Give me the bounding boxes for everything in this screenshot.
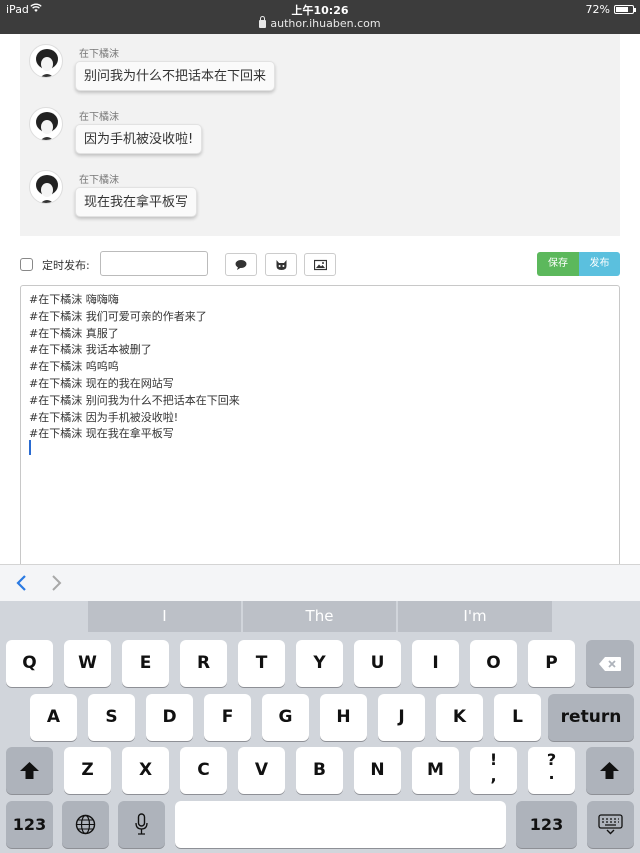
editor-line: #在下橘沫 我们可爱可亲的作者来了 — [29, 309, 207, 323]
key-d[interactable]: D — [146, 694, 193, 741]
prediction-2[interactable]: The — [243, 601, 396, 632]
shift-icon — [600, 762, 619, 779]
editor-line: #在下橘沫 现在的我在网站写 — [29, 376, 174, 390]
hide-keyboard-key[interactable] — [587, 801, 634, 848]
schedule-label: 定时发布: — [42, 259, 90, 272]
globe-key[interactable] — [62, 801, 109, 848]
message-author: 在下橘沫 — [79, 112, 119, 123]
key-period-label: . — [548, 764, 555, 783]
message-bubble: 现在我在拿平板写 — [75, 187, 198, 217]
backspace-icon — [599, 657, 621, 671]
schedule-checkbox[interactable] — [20, 258, 33, 271]
editor-line: #在下橘沫 因为手机被没收啦! — [29, 410, 179, 424]
avatar — [29, 170, 63, 204]
avatar — [29, 107, 63, 141]
battery-percent: 72% — [585, 3, 610, 16]
shift-key-left[interactable] — [6, 747, 53, 794]
key-m[interactable]: M — [412, 747, 459, 794]
avatar — [29, 44, 63, 78]
key-n[interactable]: N — [354, 747, 401, 794]
url-text: author.ihuaben.com — [270, 17, 381, 30]
key-o[interactable]: O — [470, 640, 517, 687]
key-v[interactable]: V — [238, 747, 285, 794]
numbers-key-right[interactable]: 123 — [516, 801, 577, 848]
key-comma-label: , — [490, 766, 497, 785]
battery-fill — [616, 7, 628, 12]
numbers-key-left[interactable]: 123 — [6, 801, 53, 848]
script-editor[interactable]: #在下橘沫 嗨嗨嗨 #在下橘沫 我们可爱可亲的作者来了 #在下橘沫 真服了 #在… — [20, 285, 620, 575]
key-p[interactable]: P — [528, 640, 575, 687]
message-bubble: 因为手机被没收啦! — [75, 124, 203, 154]
message-bubble: 别问我为什么不把话本在下回来 — [75, 61, 276, 91]
editor-toolbar: 定时发布: 保存 发布 — [20, 250, 620, 278]
editor-line: #在下橘沫 别问我为什么不把话本在下回来 — [29, 393, 240, 407]
insert-character-button[interactable] — [265, 253, 297, 276]
key-h[interactable]: H — [320, 694, 367, 741]
key-question-period[interactable]: ? . — [528, 747, 575, 794]
editor-line: #在下橘沫 呜呜呜 — [29, 360, 119, 374]
chat-message: 在下橘沫 现在我在拿平板写 — [29, 165, 589, 225]
dictation-key[interactable] — [118, 801, 165, 848]
key-x[interactable]: X — [122, 747, 169, 794]
lock-icon — [259, 16, 267, 28]
on-screen-keyboard: I The I'm Q W E R T Y U I O P A S D F G … — [0, 601, 640, 853]
editor-line: #在下橘沫 现在我在拿平板写 — [29, 427, 174, 441]
publish-button[interactable]: 发布 — [579, 252, 620, 276]
space-key[interactable] — [175, 801, 506, 848]
key-j[interactable]: J — [378, 694, 425, 741]
save-button[interactable]: 保存 — [537, 252, 579, 276]
key-k[interactable]: K — [436, 694, 483, 741]
prediction-3[interactable]: I'm — [398, 601, 552, 632]
prediction-1[interactable]: I — [88, 601, 241, 632]
key-c[interactable]: C — [180, 747, 227, 794]
shift-key-right[interactable] — [586, 747, 634, 794]
editor-line: #在下橘沫 真服了 — [29, 326, 119, 340]
chat-bubble-icon — [235, 260, 247, 270]
editor-content: #在下橘沫 嗨嗨嗨 #在下橘沫 我们可爱可亲的作者来了 #在下橘沫 真服了 #在… — [29, 292, 240, 443]
schedule-time-input[interactable] — [100, 251, 208, 276]
key-e[interactable]: E — [122, 640, 169, 687]
keyboard-hide-icon — [598, 814, 623, 835]
key-w[interactable]: W — [64, 640, 111, 687]
key-z[interactable]: Z — [64, 747, 111, 794]
key-r[interactable]: R — [180, 640, 227, 687]
backspace-key[interactable] — [586, 640, 634, 687]
editor-line: #在下橘沫 嗨嗨嗨 — [29, 293, 119, 306]
key-f[interactable]: F — [204, 694, 251, 741]
message-author: 在下橘沫 — [79, 175, 119, 186]
microphone-icon — [135, 813, 148, 835]
message-author: 在下橘沫 — [79, 49, 119, 60]
chevron-left-icon[interactable] — [14, 574, 28, 592]
key-t[interactable]: T — [238, 640, 285, 687]
insert-image-button[interactable] — [304, 253, 336, 276]
key-u[interactable]: U — [354, 640, 401, 687]
shift-icon — [20, 762, 39, 779]
key-exclamation-comma[interactable]: ! , — [470, 747, 517, 794]
key-g[interactable]: G — [262, 694, 309, 741]
keyboard-accessory-bar — [0, 564, 640, 601]
chat-panel: 在下橘沫 别问我为什么不把话本在下回来 在下橘沫 因为手机被没收啦! 在下橘沫 … — [20, 34, 620, 236]
key-l[interactable]: L — [494, 694, 541, 741]
insert-dialogue-button[interactable] — [225, 253, 257, 276]
globe-icon — [75, 814, 96, 835]
chat-message: 在下橘沫 因为手机被没收啦! — [29, 102, 589, 162]
address-bar[interactable]: author.ihuaben.com — [0, 16, 640, 30]
key-i[interactable]: I — [412, 640, 459, 687]
key-a[interactable]: A — [30, 694, 77, 741]
key-q[interactable]: Q — [6, 640, 53, 687]
key-s[interactable]: S — [88, 694, 135, 741]
battery-icon — [614, 5, 636, 14]
key-b[interactable]: B — [296, 747, 343, 794]
chevron-right-icon[interactable] — [50, 574, 64, 592]
status-bar: iPad 上午10:26 author.ihuaben.com 72% — [0, 0, 640, 34]
status-time: 上午10:26 — [291, 4, 349, 17]
editor-line: #在下橘沫 我话本被删了 — [29, 343, 152, 357]
image-icon — [314, 259, 327, 271]
cat-icon — [276, 260, 287, 270]
text-caret — [29, 440, 31, 455]
chat-message: 在下橘沫 别问我为什么不把话本在下回来 — [29, 39, 589, 99]
key-y[interactable]: Y — [296, 640, 343, 687]
return-key[interactable]: return — [548, 694, 634, 741]
